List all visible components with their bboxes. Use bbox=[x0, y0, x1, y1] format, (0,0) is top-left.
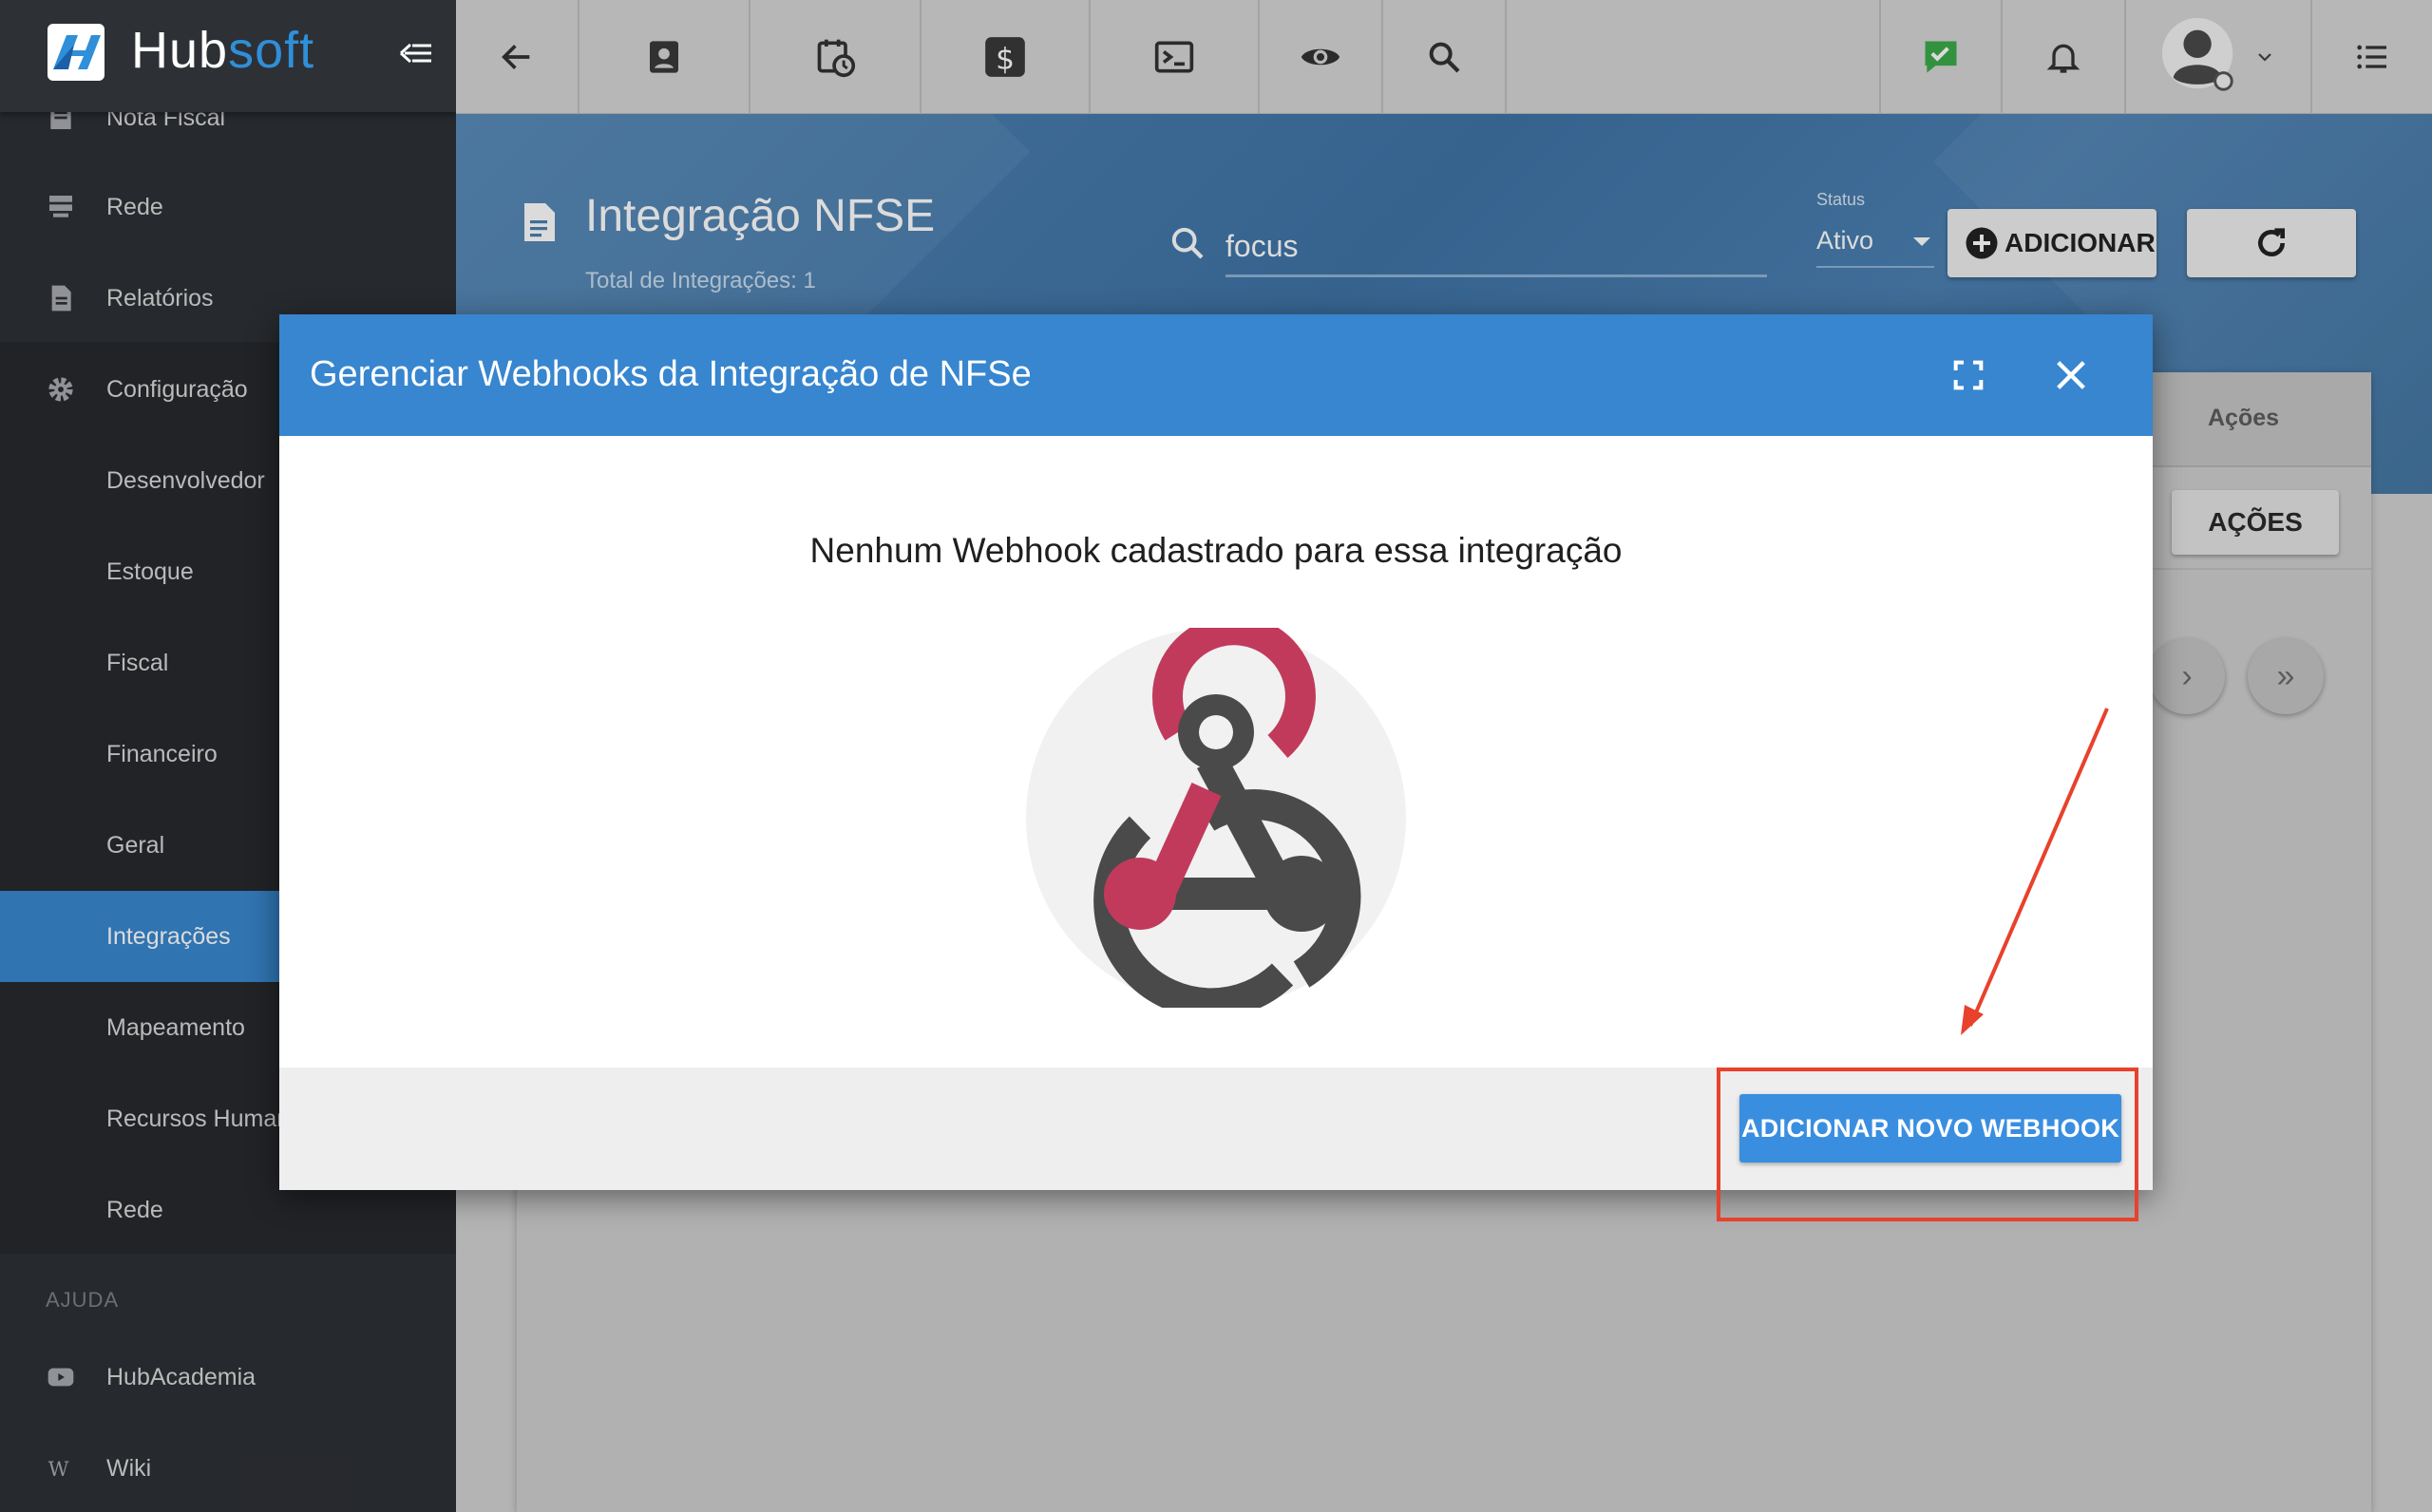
webhooks-modal: Gerenciar Webhooks da Integração de NFSe… bbox=[279, 314, 2153, 1190]
modal-title: Gerenciar Webhooks da Integração de NFSe bbox=[310, 354, 1032, 394]
brand-name-hub: Hub bbox=[131, 22, 229, 79]
fullscreen-icon[interactable] bbox=[1949, 356, 1987, 394]
modal-header: Gerenciar Webhooks da Integração de NFSe bbox=[279, 314, 2153, 436]
brand-bar: Hubsoft bbox=[0, 0, 456, 112]
brand-name-soft: soft bbox=[228, 22, 315, 79]
webhook-logo-icon bbox=[1026, 628, 1406, 1008]
close-icon[interactable] bbox=[2052, 356, 2090, 394]
empty-state-message: Nenhum Webhook cadastrado para essa inte… bbox=[809, 531, 1623, 570]
annotation-arrow bbox=[1961, 708, 2109, 1035]
annotation-highlight-box bbox=[1717, 1068, 2138, 1221]
hubsoft-logo bbox=[48, 24, 104, 81]
collapse-menu-icon[interactable] bbox=[397, 36, 435, 70]
brand-name: Hubsoft bbox=[131, 21, 314, 80]
